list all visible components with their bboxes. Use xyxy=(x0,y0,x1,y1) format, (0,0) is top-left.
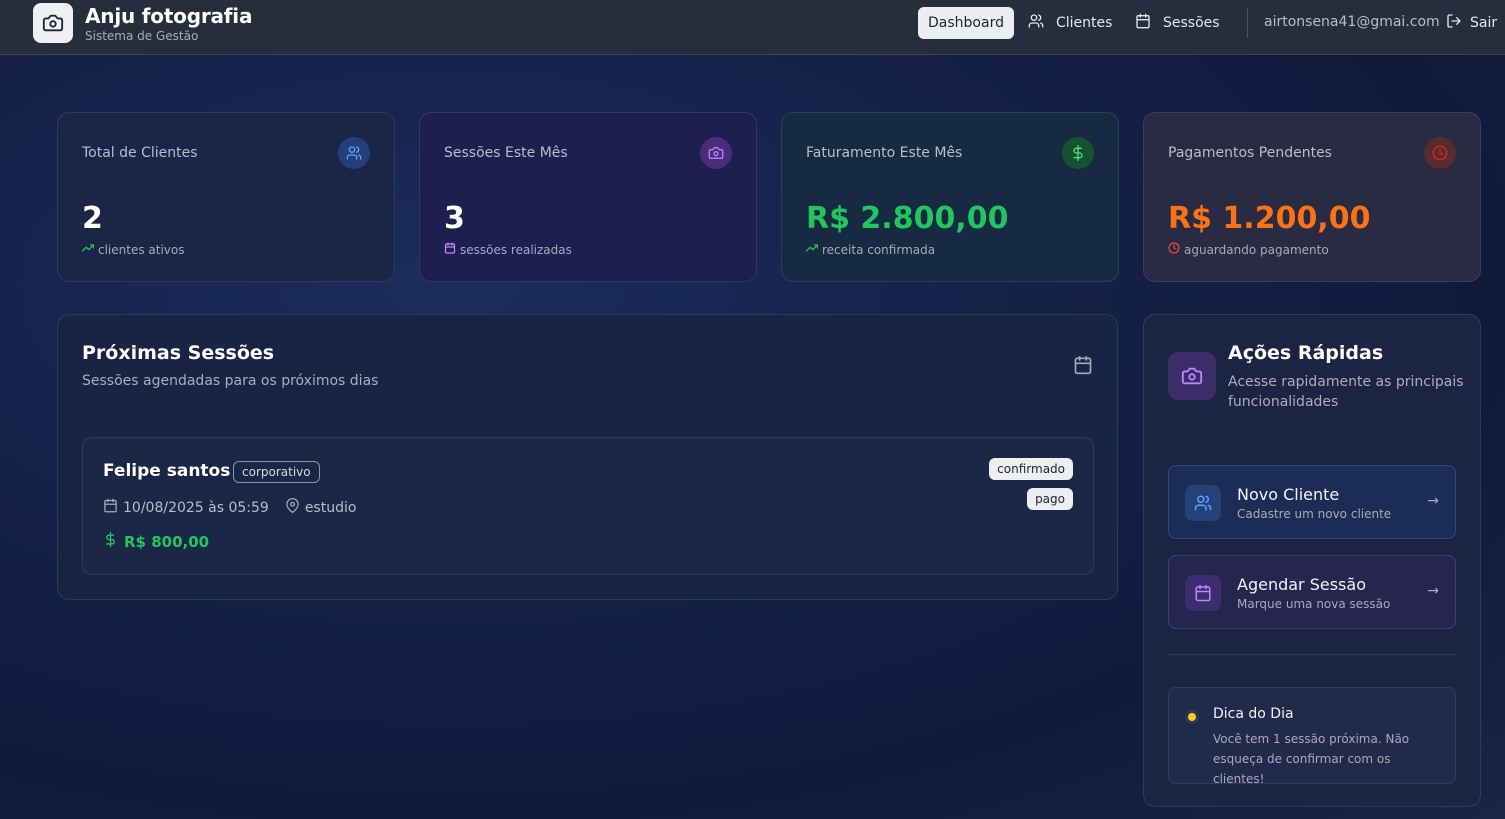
panel-title: Próximas Sessões xyxy=(82,342,275,364)
stat-value: 3 xyxy=(444,201,465,236)
stat-caption: aguardando pagamento xyxy=(1168,242,1329,257)
session-price-text: R$ 800,00 xyxy=(124,532,210,551)
clock-icon xyxy=(1424,137,1456,169)
nav-clientes-label: Clientes xyxy=(1056,15,1113,31)
users-icon xyxy=(338,137,370,169)
upcoming-sessions-panel: Próximas Sessões Sessões agendadas para … xyxy=(57,314,1118,600)
stat-value: R$ 2.800,00 xyxy=(806,201,1009,236)
stat-caption: clientes ativos xyxy=(81,242,185,257)
logout-button[interactable]: Sair xyxy=(1446,7,1497,39)
camera-icon xyxy=(700,137,732,169)
user-email: airtonsena41@gmai.com xyxy=(1264,14,1440,30)
action-subtitle: Cadastre um novo cliente xyxy=(1237,507,1392,521)
trending-up-icon xyxy=(81,242,95,257)
stat-caption-text: sessões realizadas xyxy=(460,242,572,257)
nav-dashboard[interactable]: Dashboard xyxy=(918,7,1014,39)
stat-value: 2 xyxy=(82,201,103,236)
session-client-name: Felipe santos xyxy=(103,461,231,481)
users-icon xyxy=(1028,13,1044,33)
action-title: Novo Cliente xyxy=(1237,485,1340,504)
dollar-icon xyxy=(1062,137,1094,169)
action-subtitle: Marque uma nova sessão xyxy=(1237,597,1391,611)
clock-icon xyxy=(1168,242,1180,257)
actions-title: Ações Rápidas xyxy=(1228,342,1384,364)
stat-value: R$ 1.200,00 xyxy=(1168,201,1371,236)
trending-up-icon xyxy=(805,242,819,257)
top-header: Anju fotografia Sistema de Gestão Dashbo… xyxy=(0,0,1505,55)
stat-card-faturamento: Faturamento Este Mês R$ 2.800,00 receita… xyxy=(781,112,1119,282)
actions-subtitle: Acesse rapidamente as principais funcion… xyxy=(1228,374,1464,410)
stat-label: Sessões Este Mês xyxy=(444,145,568,161)
users-icon xyxy=(1185,485,1221,521)
stat-card-sessoes: Sessões Este Mês 3 sessões realizadas xyxy=(419,112,757,282)
stat-label: Pagamentos Pendentes xyxy=(1168,145,1332,161)
stat-caption-text: receita confirmada xyxy=(822,242,936,257)
stat-card-clientes: Total de Clientes 2 clientes ativos xyxy=(57,112,395,282)
nav-sessoes[interactable]: Sessões xyxy=(1135,7,1220,39)
stat-caption: sessões realizadas xyxy=(444,242,572,257)
payment-badge: pago xyxy=(1027,488,1073,510)
dollar-icon xyxy=(103,531,118,551)
camera-icon xyxy=(1168,352,1216,400)
calendar-icon xyxy=(444,242,456,257)
stat-label: Total de Clientes xyxy=(82,145,198,161)
session-datetime-text: 10/08/2025 às 05:59 xyxy=(123,499,269,516)
stat-label: Faturamento Este Mês xyxy=(806,145,963,161)
tip-title: Dica do Dia xyxy=(1213,706,1294,722)
nav-dashboard-label: Dashboard xyxy=(928,15,1004,31)
stat-card-pendentes: Pagamentos Pendentes R$ 1.200,00 aguarda… xyxy=(1143,112,1481,282)
session-datetime: 10/08/2025 às 05:59 xyxy=(103,498,269,517)
session-location-text: estudio xyxy=(304,499,357,516)
session-price: R$ 800,00 xyxy=(103,531,210,551)
calendar-icon xyxy=(1073,355,1093,379)
calendar-icon xyxy=(1185,575,1221,611)
panel-subtitle: Sessões agendadas para os próximos dias xyxy=(82,373,379,389)
brand-subtitle: Sistema de Gestão xyxy=(85,29,199,43)
arrow-right-icon: → xyxy=(1427,583,1439,599)
nav-clientes[interactable]: Clientes xyxy=(1028,7,1112,39)
stat-caption-text: clientes ativos xyxy=(98,242,185,257)
lightbulb-dot-icon xyxy=(1185,710,1199,724)
new-client-button[interactable]: Novo Cliente Cadastre um novo cliente → xyxy=(1168,465,1456,539)
brand-title: Anju fotografia xyxy=(85,4,253,28)
stat-caption-text: aguardando pagamento xyxy=(1184,242,1329,257)
session-type-badge: corporativo xyxy=(233,461,320,483)
calendar-icon xyxy=(1135,13,1151,33)
logout-label: Sair xyxy=(1470,15,1498,31)
quick-actions-panel: Ações Rápidas Acesse rapidamente as prin… xyxy=(1143,314,1481,807)
session-meta: 10/08/2025 às 05:59 estudio xyxy=(103,498,372,517)
map-pin-icon xyxy=(285,498,300,517)
calendar-icon xyxy=(103,498,118,517)
nav-divider xyxy=(1247,8,1248,38)
arrow-right-icon: → xyxy=(1427,493,1439,509)
session-location: estudio xyxy=(285,498,357,517)
actions-divider xyxy=(1168,654,1456,655)
action-title: Agendar Sessão xyxy=(1237,575,1366,594)
nav-sessoes-label: Sessões xyxy=(1163,15,1220,31)
status-badge: confirmado xyxy=(989,458,1073,480)
session-card[interactable]: Felipe santos corporativo 10/08/2025 às … xyxy=(82,437,1094,575)
camera-logo-icon[interactable] xyxy=(33,3,73,43)
stat-caption: receita confirmada xyxy=(805,242,936,257)
schedule-session-button[interactable]: Agendar Sessão Marque uma nova sessão → xyxy=(1168,555,1456,629)
tip-of-the-day: Dica do Dia Você tem 1 sessão próxima. N… xyxy=(1168,687,1456,786)
logout-icon xyxy=(1446,13,1462,33)
tip-text: Você tem 1 sessão próxima. Não esqueça d… xyxy=(1213,732,1410,786)
